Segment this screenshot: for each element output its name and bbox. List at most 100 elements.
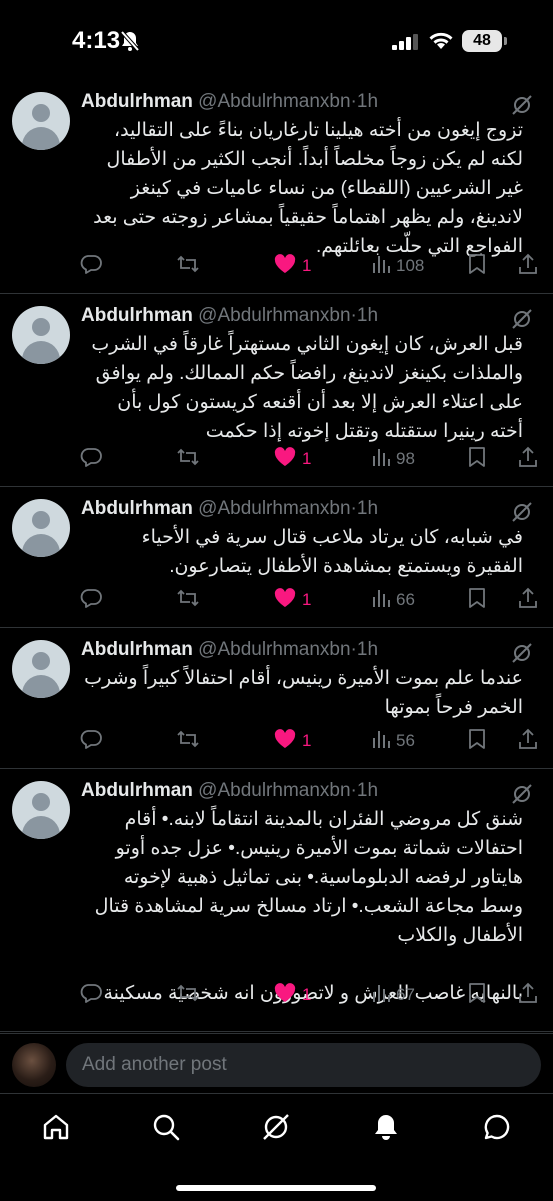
views-button[interactable]: 67 xyxy=(372,979,415,1011)
post-text: شنق كل مروضي الفئران بالمدينة انتقاماً ل… xyxy=(94,809,523,1004)
repost-button[interactable] xyxy=(176,584,200,616)
messages-icon[interactable] xyxy=(482,1112,512,1142)
post-time[interactable]: 1h xyxy=(357,91,378,112)
add-post-input[interactable]: Add another post xyxy=(66,1043,541,1087)
views-button[interactable]: 98 xyxy=(372,443,415,475)
like-count: 1 xyxy=(302,985,312,1004)
reply-button[interactable] xyxy=(80,725,102,757)
share-button[interactable] xyxy=(518,443,538,475)
share-icon xyxy=(518,982,538,1009)
avatar[interactable] xyxy=(12,640,70,698)
views-button[interactable]: 66 xyxy=(372,584,415,616)
view-count: 67 xyxy=(396,985,415,1004)
avatar[interactable] xyxy=(12,306,70,364)
reply-icon xyxy=(80,587,102,614)
bookmark-button[interactable] xyxy=(468,979,486,1011)
reply-button[interactable] xyxy=(80,250,102,282)
like-count: 1 xyxy=(302,256,312,275)
status-time: 4:13 xyxy=(72,27,121,54)
post-time[interactable]: 1h xyxy=(357,639,378,660)
user-handle[interactable]: @Abdulrhmanxbn xyxy=(198,639,350,660)
heart-icon xyxy=(274,446,296,472)
views-icon xyxy=(372,588,390,613)
home-indicator[interactable] xyxy=(176,1185,376,1191)
post-time[interactable]: 1h xyxy=(357,498,378,519)
repost-icon xyxy=(176,982,200,1009)
like-button[interactable]: 1 xyxy=(274,584,311,616)
post-text: تزوج إيغون من أخته هيلينا تارغاريان بناء… xyxy=(93,120,523,257)
view-count: 108 xyxy=(396,256,425,275)
bookmark-icon xyxy=(468,587,486,614)
post-time[interactable]: 1h xyxy=(357,780,378,801)
reply-icon xyxy=(80,446,102,473)
repost-button[interactable] xyxy=(176,250,200,282)
post[interactable]: Abdulrhman @Abdulrhmanxbn·1h قبل العرش، … xyxy=(0,294,553,487)
bookmark-icon xyxy=(468,446,486,473)
display-name[interactable]: Abdulrhman xyxy=(81,305,193,326)
share-button[interactable] xyxy=(518,979,538,1011)
avatar[interactable] xyxy=(12,499,70,557)
user-handle[interactable]: @Abdulrhmanxbn xyxy=(198,780,350,801)
display-name[interactable]: Abdulrhman xyxy=(81,91,193,112)
views-icon xyxy=(372,983,390,1008)
views-button[interactable]: 56 xyxy=(372,725,415,757)
like-button[interactable]: 1 xyxy=(274,725,311,757)
display-name[interactable]: Abdulrhman xyxy=(81,498,193,519)
reply-button[interactable] xyxy=(80,443,102,475)
home-icon[interactable] xyxy=(41,1112,71,1142)
post-time[interactable]: 1h xyxy=(357,305,378,326)
post-actions: 1 108 xyxy=(0,250,553,282)
current-user-avatar[interactable] xyxy=(12,1043,56,1087)
display-name[interactable]: Abdulrhman xyxy=(81,780,193,801)
heart-icon xyxy=(274,253,296,279)
post[interactable]: Abdulrhman @Abdulrhmanxbn·1h تزوج إيغون … xyxy=(0,80,553,294)
post[interactable]: Abdulrhman @Abdulrhmanxbn·1h شنق كل مروض… xyxy=(0,769,553,1034)
post[interactable]: Abdulrhman @Abdulrhmanxbn·1h في شبابه، ك… xyxy=(0,487,553,628)
share-icon xyxy=(518,446,538,473)
bookmark-button[interactable] xyxy=(468,725,486,757)
repost-icon xyxy=(176,587,200,614)
post-text: عندما علم بموت الأميرة رينيس، أقام احتفا… xyxy=(84,668,523,718)
heart-icon xyxy=(274,587,296,613)
avatar[interactable] xyxy=(12,781,70,839)
grok-tab-icon[interactable] xyxy=(261,1112,291,1142)
share-icon xyxy=(518,253,538,280)
avatar[interactable] xyxy=(12,92,70,150)
share-button[interactable] xyxy=(518,250,538,282)
share-button[interactable] xyxy=(518,725,538,757)
share-button[interactable] xyxy=(518,584,538,616)
reply-button[interactable] xyxy=(80,584,102,616)
view-count: 66 xyxy=(396,590,415,609)
reply-icon xyxy=(80,982,102,1009)
reply-icon xyxy=(80,253,102,280)
user-handle[interactable]: @Abdulrhmanxbn xyxy=(198,498,350,519)
views-button[interactable]: 108 xyxy=(372,250,424,282)
reply-composer: Add another post xyxy=(0,1031,553,1094)
wifi-icon xyxy=(428,31,454,55)
bell-icon[interactable] xyxy=(371,1112,401,1142)
post[interactable]: Abdulrhman @Abdulrhmanxbn·1h عندما علم ب… xyxy=(0,628,553,769)
repost-icon xyxy=(176,728,200,755)
post-actions: 1 98 xyxy=(0,443,553,475)
like-button[interactable]: 1 xyxy=(274,443,311,475)
post-actions: 1 56 xyxy=(0,725,553,757)
user-handle[interactable]: @Abdulrhmanxbn xyxy=(198,305,350,326)
bookmark-button[interactable] xyxy=(468,443,486,475)
post-text: قبل العرش، كان إيغون الثاني مستهتراً غار… xyxy=(91,334,523,442)
repost-icon xyxy=(176,253,200,280)
post-header: Abdulrhman @Abdulrhmanxbn·1h xyxy=(81,497,529,521)
bookmark-button[interactable] xyxy=(468,250,486,282)
repost-button[interactable] xyxy=(176,443,200,475)
views-icon xyxy=(372,729,390,754)
user-handle[interactable]: @Abdulrhmanxbn xyxy=(198,91,350,112)
like-button[interactable]: 1 xyxy=(274,979,311,1011)
repost-button[interactable] xyxy=(176,725,200,757)
bookmark-icon xyxy=(468,253,486,280)
bookmark-button[interactable] xyxy=(468,584,486,616)
view-count: 98 xyxy=(396,449,415,468)
repost-button[interactable] xyxy=(176,979,200,1011)
like-button[interactable]: 1 xyxy=(274,250,311,282)
reply-button[interactable] xyxy=(80,979,102,1011)
display-name[interactable]: Abdulrhman xyxy=(81,639,193,660)
search-icon[interactable] xyxy=(151,1112,181,1142)
